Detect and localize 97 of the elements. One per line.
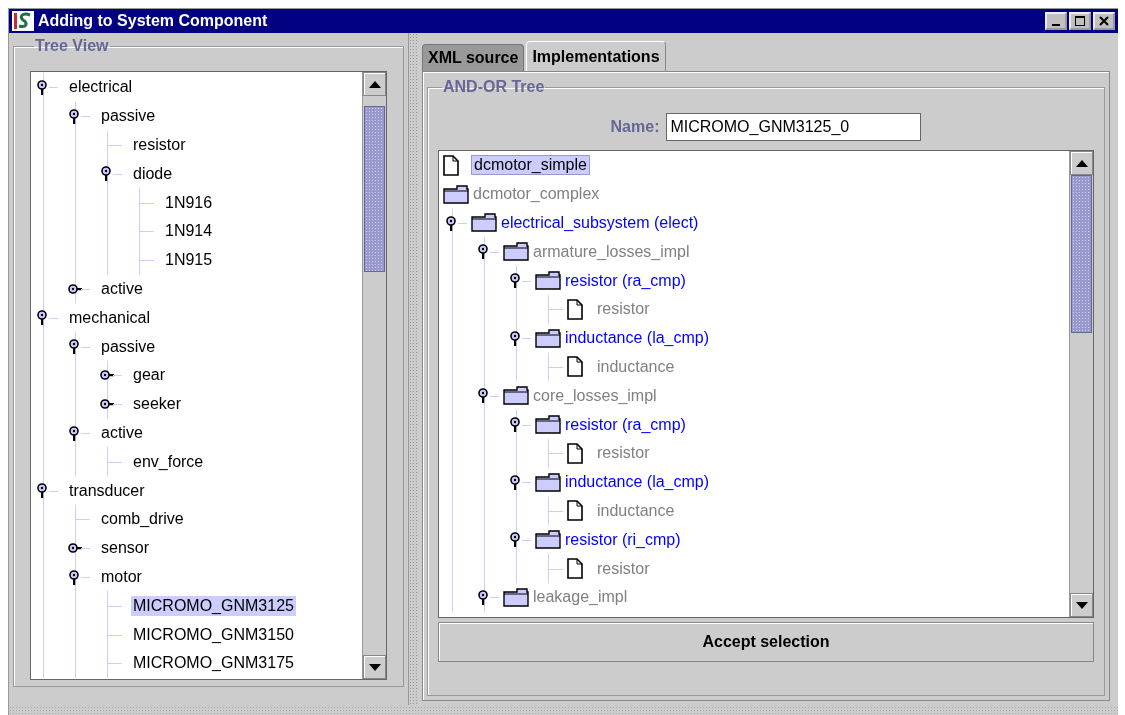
tree-item[interactable]: passive [99,336,158,357]
collapsed-handle-icon[interactable] [68,540,82,556]
tree-item[interactable]: 1N916 [163,192,215,213]
tree-item[interactable]: motor [99,566,144,587]
expanded-handle-icon[interactable] [509,417,523,433]
folder-icon [535,328,561,348]
folder-icon [535,271,561,291]
tree-item[interactable]: resistor (ra_cmp) [563,270,688,291]
expanded-handle-icon[interactable] [477,589,491,605]
expanded-handle-icon[interactable] [36,483,50,499]
expanded-handle-icon[interactable] [509,273,523,289]
tree-item[interactable]: resistor [595,558,652,579]
tree-item[interactable]: inductance [595,356,677,377]
tree-item[interactable]: sensor [99,538,152,559]
tree-item[interactable]: dcmotor_simple [471,155,590,176]
vertical-scrollbar[interactable] [1069,151,1093,617]
vertical-scrollbar[interactable] [362,72,386,679]
tree-item[interactable]: seeker [131,394,184,415]
tree-item[interactable]: electrical_subsystem (elect) [499,213,701,233]
expanded-handle-icon[interactable] [68,569,82,585]
document-icon [567,298,583,320]
maximize-icon [1075,16,1085,26]
panel-title: AND-OR Tree [442,78,546,96]
tree-item[interactable]: core_losses_impl [531,385,659,406]
panel-title: Tree View [34,37,110,55]
folder-icon [535,472,561,492]
tree-item[interactable]: env_force [131,451,206,472]
tree-item[interactable]: inductance (la_cmp) [563,328,712,349]
collapsed-handle-icon[interactable] [68,281,82,297]
folder-icon [503,242,529,262]
minimize-button[interactable] [1045,12,1067,30]
tree-item[interactable]: resistor [131,135,188,155]
tree-item[interactable]: inductance (la_cmp) [563,472,712,493]
collapsed-handle-icon[interactable] [100,367,114,383]
tree-item[interactable]: comb_drive [99,509,186,530]
minimize-icon [1052,24,1060,26]
expanded-handle-icon[interactable] [68,425,82,441]
tree-item[interactable]: passive [99,106,158,127]
accept-selection-button[interactable]: Accept selection [438,622,1094,662]
expanded-handle-icon[interactable] [509,330,523,346]
document-icon [443,154,459,176]
tree-item[interactable]: resistor (ra_cmp) [563,414,688,435]
scroll-down-icon[interactable] [1070,593,1093,617]
tree-item[interactable]: 1N915 [163,250,215,271]
tree-item[interactable]: active [99,422,145,443]
tree-item[interactable]: active [99,278,145,299]
folder-icon [443,184,469,204]
tree-item[interactable]: MICROMO_GNM3175 [131,653,296,674]
maximize-button[interactable] [1069,12,1091,30]
close-icon [1099,16,1109,26]
tab[interactable]: Implementations [526,41,666,71]
expanded-handle-icon[interactable] [68,108,82,124]
tree-item[interactable]: armature_losses_impl [531,241,692,262]
document-icon [567,442,583,464]
tree-item[interactable]: 1N914 [163,221,215,242]
tree-item[interactable]: transducer [67,480,147,501]
folder-icon [503,386,529,406]
tree-item[interactable]: resistor (ri_cmp) [563,529,683,550]
folder-icon [471,213,497,233]
tree-item[interactable]: MICROMO_GNM3125 [131,595,296,616]
tree-item[interactable]: mechanical [67,307,152,328]
expanded-handle-icon[interactable] [477,244,491,260]
expanded-handle-icon[interactable] [68,339,82,355]
expanded-handle-icon[interactable] [445,215,459,231]
name-label: Name: [610,118,660,136]
folder-icon [535,415,561,435]
scroll-up-icon[interactable] [1070,151,1093,175]
expanded-handle-icon[interactable] [509,474,523,490]
expanded-handle-icon[interactable] [477,388,491,404]
tree-item[interactable]: diode [131,163,175,184]
window-title: Adding to System Component [38,12,268,30]
scroll-down-icon[interactable] [363,655,386,679]
app-logo-icon [12,11,34,31]
tree-item[interactable]: leakage_impl [531,587,630,608]
close-button[interactable] [1093,12,1115,30]
document-icon [567,500,583,522]
document-icon [567,558,583,580]
expanded-handle-icon[interactable] [509,532,523,548]
scroll-thumb[interactable] [1071,175,1092,333]
collapsed-handle-icon[interactable] [100,396,114,412]
tree-item[interactable]: dcmotor_complex [471,184,602,205]
expanded-handle-icon[interactable] [100,166,114,182]
document-icon [567,356,583,378]
tree-item[interactable]: resistor [595,443,652,464]
expanded-handle-icon[interactable] [36,80,50,95]
tab[interactable]: XML source [422,44,525,71]
tree-item[interactable]: inductance [595,500,677,521]
scroll-up-icon[interactable] [363,72,386,96]
folder-icon [503,587,529,607]
expanded-handle-icon[interactable] [36,310,50,326]
tree-item[interactable]: MICROMO_GNM3150 [131,624,296,645]
name-field[interactable]: MICROMO_GNM3125_0 [666,113,922,141]
tree-item[interactable]: resistor [595,299,652,320]
scroll-thumb[interactable] [364,106,385,272]
tree-item[interactable]: gear [131,365,168,386]
folder-icon [535,530,561,550]
tree-item[interactable]: electrical [67,77,135,98]
